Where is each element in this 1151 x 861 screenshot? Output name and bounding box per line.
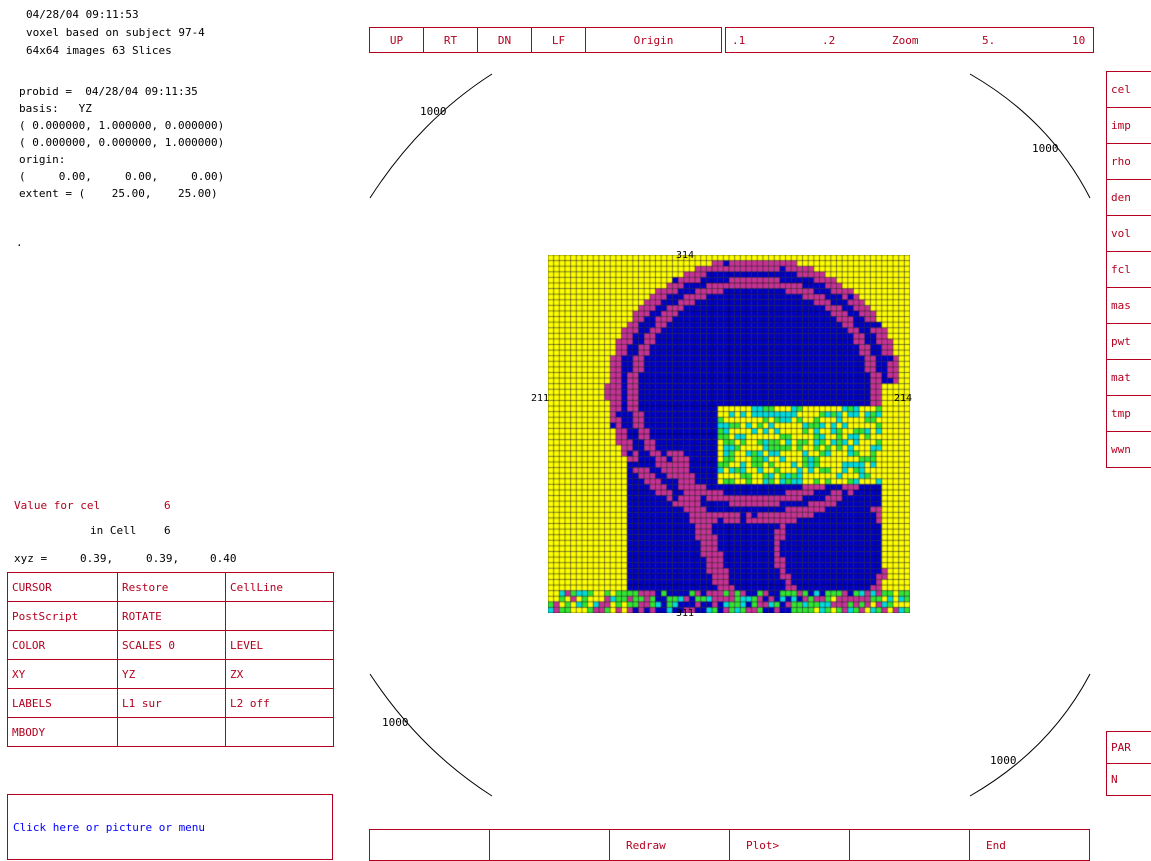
range-ring-label-bottom-right: 1000 — [990, 754, 1017, 767]
range-ring-label-top-right: 1000 — [1032, 142, 1059, 155]
menu-cell-blank-r1-c2[interactable] — [225, 601, 334, 631]
range-ring-arc-top-left — [369, 73, 493, 199]
image-edge-label-bottom: 311 — [676, 608, 695, 619]
menu-cell-rotate[interactable]: ROTATE — [117, 601, 226, 631]
zoom-level-5[interactable]: 5. — [982, 28, 995, 52]
side-menu-vol-button[interactable]: vol — [1106, 215, 1151, 252]
range-ring-arc-bottom-left — [369, 673, 493, 797]
info-basis-vector-2: ( 0.000000, 0.000000, 1.000000) — [19, 136, 225, 149]
zoom-bar: .1 .2 Zoom 5. 10 — [725, 27, 1094, 53]
in-cell-value: 6 — [164, 524, 171, 537]
zoom-label: Zoom — [892, 33, 919, 47]
side-menu-den-button[interactable]: den — [1106, 179, 1151, 216]
side-menu-rho-button[interactable]: rho — [1106, 143, 1151, 180]
xyz-label: xyz = — [14, 552, 48, 565]
xyz-x: 0.39, — [80, 552, 114, 565]
side-menu-imp-button[interactable]: imp — [1106, 107, 1151, 144]
value-label: Value for cel — [14, 499, 101, 512]
xyz-z: 0.40 — [210, 552, 237, 565]
menu-cell-postscript[interactable]: PostScript — [7, 601, 118, 631]
range-ring-arc-top-right — [969, 73, 1091, 199]
zoom-level-0-2[interactable]: .2 — [822, 28, 835, 52]
bottom-blank-4-button[interactable] — [849, 829, 970, 861]
side-menu-fcl-button[interactable]: fcl — [1106, 251, 1151, 288]
menu-cell-blank-r5-c1[interactable] — [117, 717, 226, 747]
info-probid: probid = 04/28/04 09:11:35 — [19, 85, 198, 98]
bottom-blank-1-button[interactable] — [489, 829, 610, 861]
menu-cell-l1-sur[interactable]: L1 sur — [117, 688, 226, 718]
zoom-level-0-1[interactable]: .1 — [732, 28, 745, 52]
range-ring-label-top-left: 1000 — [420, 105, 447, 118]
nav-origin-button[interactable]: Origin — [585, 27, 722, 53]
bottom-end-button[interactable]: End — [969, 829, 1090, 861]
xyz-y: 0.39, — [146, 552, 180, 565]
menu-cell-cellline[interactable]: CellLine — [225, 572, 334, 602]
message-box[interactable]: Click here or picture or menu — [7, 794, 333, 860]
menu-cell-restore[interactable]: Restore — [117, 572, 226, 602]
menu-cell-zx[interactable]: ZX — [225, 659, 334, 689]
info-images: 64x64 images 63 Slices — [26, 44, 172, 57]
info-timestamp: 04/28/04 09:11:53 — [26, 8, 139, 21]
in-cell-label: in Cell — [90, 524, 137, 537]
info-origin-label: origin: — [19, 153, 66, 166]
menu-cell-blank-r5-c2[interactable] — [225, 717, 334, 747]
side-menu-n-button[interactable]: N — [1106, 763, 1151, 796]
bottom-redraw-button[interactable]: Redraw — [609, 829, 730, 861]
image-edge-label-right: 214 — [894, 393, 913, 404]
menu-cell-cursor[interactable]: CURSOR — [7, 572, 118, 602]
nav-lf-button[interactable]: LF — [531, 27, 586, 53]
voxel-image-canvas[interactable] — [548, 255, 910, 613]
info-subject: voxel based on subject 97-4 — [26, 26, 205, 39]
side-menu-par-button[interactable]: PAR — [1106, 731, 1151, 764]
image-edge-label-top: 314 — [676, 250, 695, 261]
side-menu-pwt-button[interactable]: pwt — [1106, 323, 1151, 360]
info-extent: extent = ( 25.00, 25.00) — [19, 187, 218, 200]
bottom-plot-button[interactable]: Plot> — [729, 829, 850, 861]
menu-cell-l2-off[interactable]: L2 off — [225, 688, 334, 718]
menu-cell-scales-0[interactable]: SCALES 0 — [117, 630, 226, 660]
side-menu-cel-button[interactable]: cel — [1106, 71, 1151, 108]
info-origin-value: ( 0.00, 0.00, 0.00) — [19, 170, 225, 183]
menu-cell-yz[interactable]: YZ — [117, 659, 226, 689]
side-menu-tmp-button[interactable]: tmp — [1106, 395, 1151, 432]
menu-cell-labels[interactable]: LABELS — [7, 688, 118, 718]
side-menu-wwn-button[interactable]: wwn — [1106, 431, 1151, 468]
range-ring-label-bottom-left: 1000 — [382, 716, 409, 729]
info-dot: . — [16, 236, 23, 249]
image-edge-label-left: 211 — [531, 393, 550, 404]
side-menu-mat-button[interactable]: mat — [1106, 359, 1151, 396]
nav-up-button[interactable]: UP — [369, 27, 424, 53]
info-basis: basis: YZ — [19, 102, 92, 115]
menu-cell-color[interactable]: COLOR — [7, 630, 118, 660]
side-menu-mas-button[interactable]: mas — [1106, 287, 1151, 324]
info-basis-vector-1: ( 0.000000, 1.000000, 0.000000) — [19, 119, 225, 132]
range-ring-arc-bottom-right — [969, 673, 1091, 797]
voxel-image[interactable] — [548, 255, 910, 613]
value-number: 6 — [164, 499, 171, 512]
menu-cell-mbody[interactable]: MBODY — [7, 717, 118, 747]
menu-cell-level[interactable]: LEVEL — [225, 630, 334, 660]
bottom-blank-0-button[interactable] — [369, 829, 490, 861]
menu-cell-xy[interactable]: XY — [7, 659, 118, 689]
nav-rt-button[interactable]: RT — [423, 27, 478, 53]
message-text: Click here or picture or menu — [13, 821, 206, 834]
zoom-level-10[interactable]: 10 — [1072, 28, 1085, 52]
nav-dn-button[interactable]: DN — [477, 27, 532, 53]
